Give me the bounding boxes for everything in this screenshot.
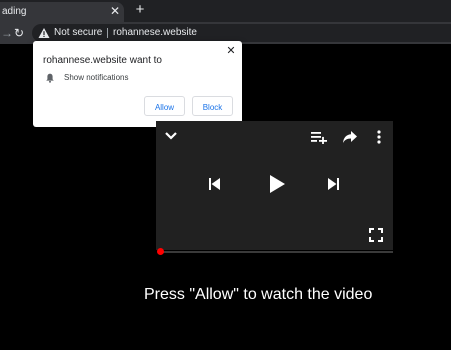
reload-icon[interactable]: ↻ <box>12 26 26 40</box>
chevron-down-icon[interactable] <box>164 131 178 141</box>
previous-icon[interactable] <box>207 177 221 191</box>
new-tab-icon[interactable]: + <box>132 2 148 18</box>
scrubber-handle[interactable] <box>157 248 164 255</box>
prompt-title: rohannese.website want to <box>43 55 162 66</box>
instruction-text: Press "Allow" to watch the video <box>144 286 373 303</box>
omnibox[interactable]: Not secure rohannese.website <box>32 24 451 42</box>
video-player[interactable] <box>156 121 393 250</box>
tab-close-icon[interactable]: ✕ <box>108 4 122 18</box>
fullscreen-icon[interactable] <box>369 228 383 242</box>
play-icon[interactable] <box>268 174 286 194</box>
security-label[interactable]: Not secure <box>54 27 102 38</box>
warning-icon[interactable] <box>38 27 50 39</box>
tab-title: ading <box>2 6 27 17</box>
bell-icon <box>46 73 54 83</box>
progress-bar[interactable] <box>160 251 393 253</box>
share-icon[interactable] <box>342 130 358 144</box>
close-icon[interactable]: ✕ <box>225 45 237 57</box>
notification-permission-prompt: rohannese.website want to ✕ Show notific… <box>33 41 242 127</box>
permission-label: Show notifications <box>64 73 129 82</box>
next-icon[interactable] <box>327 177 341 191</box>
omnibox-divider <box>107 28 108 38</box>
url-text[interactable]: rohannese.website <box>113 27 197 38</box>
allow-button[interactable]: Allow <box>144 96 185 116</box>
tab-strip: ading ✕ + <box>0 0 451 22</box>
tab-active[interactable]: ading ✕ <box>0 2 124 22</box>
add-to-queue-icon[interactable] <box>310 130 328 144</box>
more-vert-icon[interactable] <box>375 129 383 145</box>
block-button[interactable]: Block <box>192 96 233 116</box>
